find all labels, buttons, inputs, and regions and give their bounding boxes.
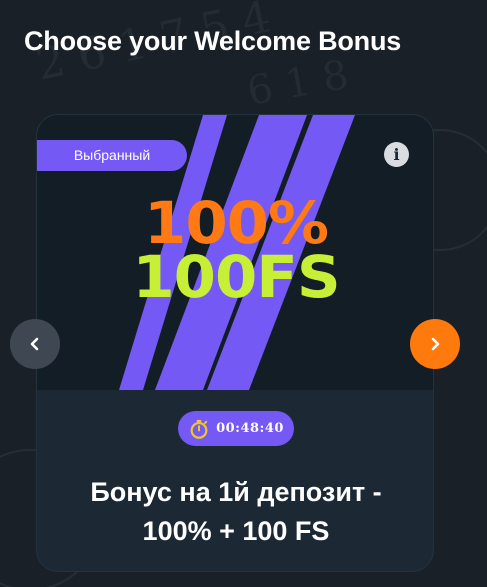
stopwatch-icon — [190, 419, 208, 439]
promo-freespins-text: 100FS — [132, 243, 340, 311]
bonus-title-line2: 100% + 100 FS — [142, 516, 330, 546]
timer-value: 00:48:40 — [216, 421, 284, 436]
info-icon[interactable]: i — [384, 142, 409, 167]
bonus-title-line1: Бонус на 1й депозит - — [90, 477, 382, 507]
carousel-next-button[interactable] — [410, 319, 460, 369]
bonus-card[interactable]: Выбранный i 100% 100FS 00:48:40 Бонус на… — [36, 114, 434, 572]
chevron-left-icon — [30, 337, 39, 351]
page-title: Choose your Welcome Bonus — [24, 26, 402, 56]
selected-badge: Выбранный — [37, 140, 187, 171]
svg-text:6 1 8: 6 1 8 — [244, 52, 352, 115]
countdown-timer: 00:48:40 — [178, 411, 294, 446]
bonus-title: Бонус на 1й депозит - 100% + 100 FS — [49, 473, 423, 551]
chevron-right-icon — [431, 337, 440, 351]
carousel-prev-button[interactable] — [10, 319, 60, 369]
bonus-banner: Выбранный i 100% 100FS — [37, 115, 433, 390]
